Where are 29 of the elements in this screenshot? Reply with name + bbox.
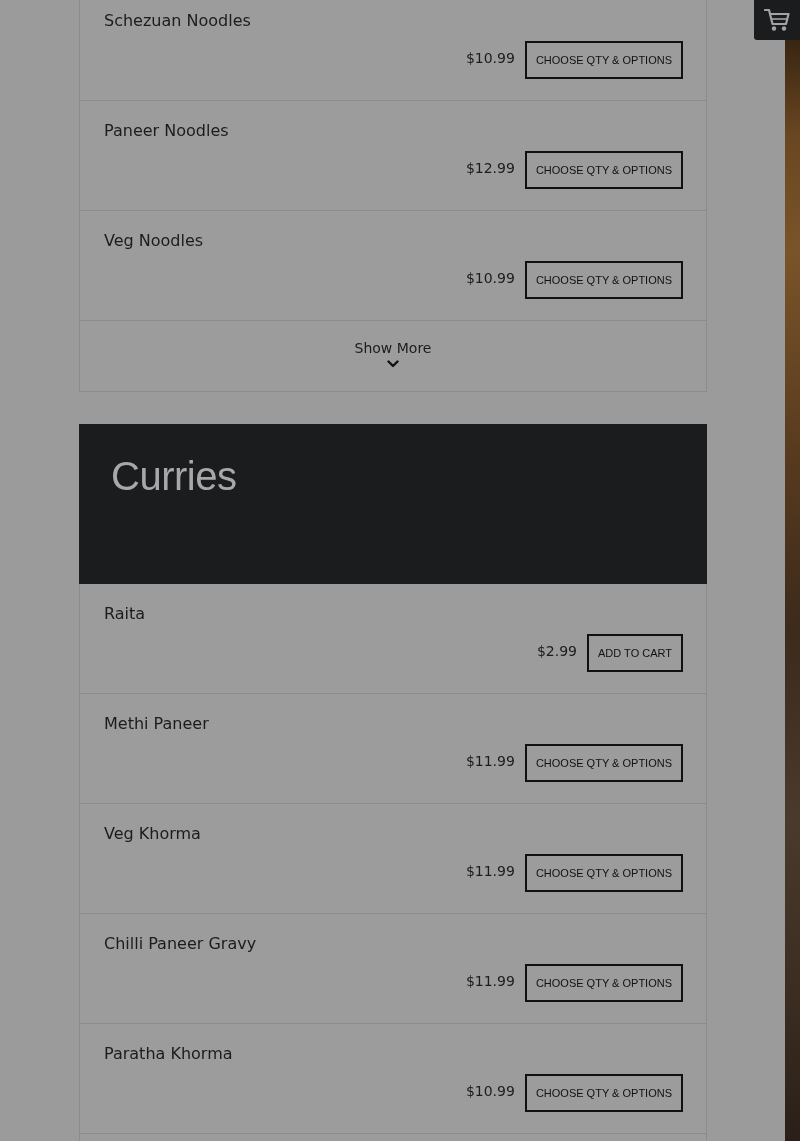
order-button[interactable]: CHOOSE QTY & OPTIONS (524, 964, 683, 1002)
item-price: $11.99 (465, 862, 515, 880)
show-more-button[interactable]: Show More (354, 339, 432, 368)
item-price: $11.99 (465, 972, 515, 990)
order-button[interactable]: CHOOSE QTY & OPTIONS (524, 744, 683, 782)
item-name: Chilli Paneer Gravy (104, 934, 257, 954)
item-price: $10.99 (465, 1082, 515, 1100)
order-button[interactable]: ADD TO CART (587, 634, 683, 672)
item-name: Raita (104, 604, 146, 624)
chevron-down-icon (387, 360, 399, 368)
order-button[interactable]: CHOOSE QTY & OPTIONS (524, 1074, 683, 1112)
cart-icon (764, 8, 790, 32)
item-price: $12.99 (465, 159, 515, 177)
category-title: Curries (111, 453, 237, 500)
item-price: $10.99 (465, 269, 515, 287)
item-name: Veg Noodles (104, 231, 204, 251)
item-name: Paratha Khorma (104, 1044, 233, 1064)
order-button[interactable]: CHOOSE QTY & OPTIONS (524, 261, 683, 299)
order-button[interactable]: CHOOSE QTY & OPTIONS (524, 151, 683, 189)
item-name: Paneer Noodles (104, 121, 229, 141)
item-price: $11.99 (465, 752, 515, 770)
item-price: $10.99 (465, 49, 515, 67)
item-name: Methi Paneer (104, 714, 209, 734)
item-name: Schezuan Noodles (104, 11, 251, 31)
item-name: Veg Khorma (104, 824, 201, 844)
order-button[interactable]: CHOOSE QTY & OPTIONS (524, 854, 683, 892)
order-button[interactable]: CHOOSE QTY & OPTIONS (524, 41, 683, 79)
cart-button[interactable] (754, 0, 800, 40)
item-price: $2.99 (536, 642, 578, 660)
